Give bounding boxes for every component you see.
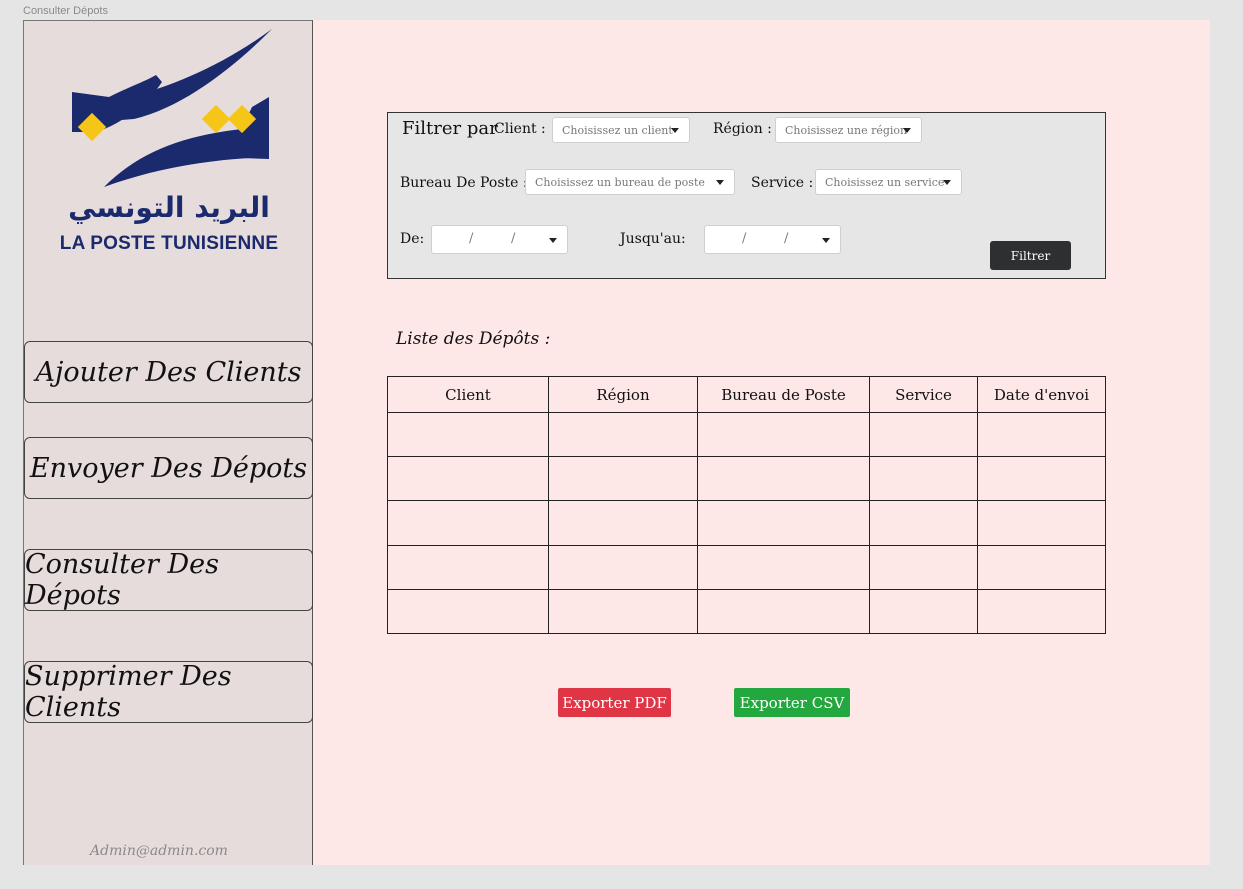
table-cell xyxy=(697,456,870,502)
table-row[interactable] xyxy=(387,411,1106,458)
depots-table: Client Région Bureau de Poste Service Da… xyxy=(387,376,1106,635)
export-pdf-button[interactable]: Exporter PDF xyxy=(558,688,671,717)
table-row[interactable] xyxy=(387,588,1106,635)
column-header-region[interactable]: Région xyxy=(548,376,698,413)
filter-button[interactable]: Filtrer xyxy=(990,241,1071,270)
client-select[interactable]: Choisissez un client xyxy=(552,117,690,143)
chevron-down-icon xyxy=(549,238,557,243)
date-to-picker[interactable]: / / xyxy=(704,225,841,254)
brand-arabic-name: البريد التونسي xyxy=(68,191,270,224)
column-header-date[interactable]: Date d'envoi xyxy=(977,376,1106,413)
bureau-select[interactable]: Choisissez un bureau de poste xyxy=(525,169,735,195)
date-separator: / xyxy=(742,231,747,246)
date-from-picker[interactable]: / / xyxy=(431,225,568,254)
date-separator: / xyxy=(511,231,516,246)
date-to-label: Jusqu'au: xyxy=(620,231,686,247)
table-cell xyxy=(869,456,978,502)
frame-label: Consulter Dépots xyxy=(23,5,108,17)
table-cell xyxy=(869,544,978,590)
table-cell xyxy=(387,500,549,546)
client-label: Client : xyxy=(494,121,546,137)
column-header-service[interactable]: Service xyxy=(869,376,978,413)
filter-title: Filtrer par xyxy=(402,118,498,139)
table-cell xyxy=(387,411,549,458)
filter-panel: Filtrer par Client : Choisissez un clien… xyxy=(387,112,1106,279)
service-select[interactable]: Choisissez un service xyxy=(815,169,962,195)
service-select-value: Choisissez un service xyxy=(825,175,945,189)
export-csv-button[interactable]: Exporter CSV xyxy=(734,688,850,717)
bureau-label: Bureau De Poste : xyxy=(400,175,528,191)
table-cell xyxy=(548,456,698,502)
table-cell xyxy=(977,500,1106,546)
table-cell xyxy=(869,500,978,546)
table-cell xyxy=(869,588,978,635)
table-row[interactable] xyxy=(387,544,1106,590)
table-cell xyxy=(387,544,549,590)
table-cell xyxy=(697,500,870,546)
sidebar-item-consulter-depots[interactable]: Consulter Des Dépots xyxy=(24,549,313,611)
table-cell xyxy=(977,544,1106,590)
region-select[interactable]: Choisissez une région xyxy=(775,117,922,143)
list-title: Liste des Dépôts : xyxy=(396,329,551,349)
chevron-down-icon xyxy=(671,128,679,133)
sidebar-item-envoyer-depots[interactable]: Envoyer Des Dépots xyxy=(24,437,313,499)
table-cell xyxy=(387,588,549,635)
table-cell xyxy=(869,411,978,458)
brand-french-name: LA POSTE TUNISIENNE xyxy=(59,233,279,254)
table-cell xyxy=(977,411,1106,458)
table-cell xyxy=(697,411,870,458)
sidebar-item-ajouter-clients[interactable]: Ajouter Des Clients xyxy=(24,341,313,403)
date-separator: / xyxy=(469,231,474,246)
date-from-label: De: xyxy=(400,231,425,247)
bureau-select-value: Choisissez un bureau de poste xyxy=(535,175,705,189)
table-row[interactable] xyxy=(387,456,1106,502)
sidebar: البريد التونسي LA POSTE TUNISIENNE Ajout… xyxy=(23,20,313,865)
table-cell xyxy=(548,544,698,590)
table-row[interactable] xyxy=(387,500,1106,546)
chevron-down-icon xyxy=(903,128,911,133)
chevron-down-icon xyxy=(716,180,724,185)
column-header-bureau[interactable]: Bureau de Poste xyxy=(697,376,870,413)
table-cell xyxy=(977,456,1106,502)
chevron-down-icon xyxy=(943,180,951,185)
user-email: Admin@admin.com xyxy=(90,843,228,859)
date-separator: / xyxy=(784,231,789,246)
region-select-value: Choisissez une région xyxy=(785,123,908,137)
table-cell xyxy=(548,588,698,635)
column-header-client[interactable]: Client xyxy=(387,376,549,413)
table-cell xyxy=(548,411,698,458)
table-cell xyxy=(548,500,698,546)
table-cell xyxy=(697,544,870,590)
table-cell xyxy=(697,588,870,635)
service-label: Service : xyxy=(751,175,814,191)
table-cell xyxy=(387,456,549,502)
region-label: Région : xyxy=(713,121,772,137)
chevron-down-icon xyxy=(822,238,830,243)
app-canvas: البريد التونسي LA POSTE TUNISIENNE Ajout… xyxy=(23,20,1210,865)
sidebar-item-supprimer-clients[interactable]: Supprimer Des Clients xyxy=(24,661,313,723)
client-select-value: Choisissez un client xyxy=(562,123,673,137)
table-cell xyxy=(977,588,1106,635)
table-header-row: Client Région Bureau de Poste Service Da… xyxy=(387,376,1106,413)
